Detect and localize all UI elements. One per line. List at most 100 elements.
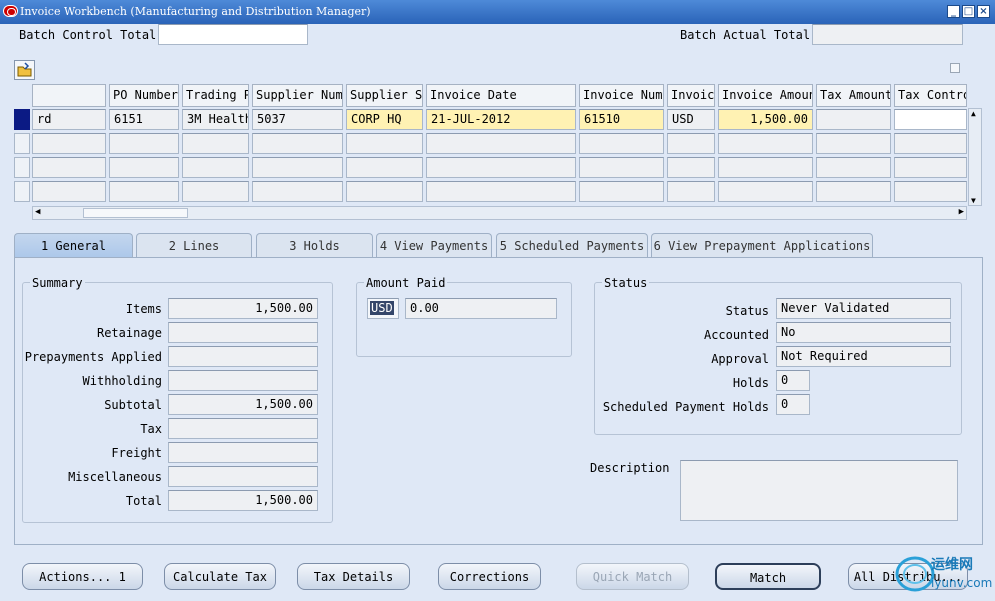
folder-open-button[interactable]	[14, 60, 35, 80]
scroll-thumb[interactable]	[83, 208, 188, 218]
grid-cell-empty[interactable]	[816, 133, 891, 154]
close-icon[interactable]: ×	[977, 5, 990, 18]
scroll-right-icon[interactable]: ▶	[959, 207, 964, 217]
grid-cell-empty[interactable]	[718, 133, 813, 154]
grid-cell-empty[interactable]	[32, 157, 106, 178]
status-value-field[interactable]: Not Required	[776, 346, 951, 367]
grid-cell-empty[interactable]	[109, 181, 179, 202]
grid-cell-empty[interactable]	[426, 157, 576, 178]
tab-general[interactable]: 1 General	[14, 233, 133, 257]
grid-cell-empty[interactable]	[667, 133, 715, 154]
status-value-field[interactable]: No	[776, 322, 951, 343]
tab-view-prepayment-applications[interactable]: 6 View Prepayment Applications	[651, 233, 873, 257]
cell-supplier-site[interactable]: CORP HQ	[346, 109, 423, 130]
cell-invoice-num[interactable]: 61510	[579, 109, 664, 130]
quick-match-button[interactable]: Quick Match	[576, 563, 689, 590]
folder-checkbox[interactable]	[950, 63, 960, 73]
col-header-tax-amount[interactable]: Tax Amount	[816, 84, 891, 107]
row-indicator[interactable]	[14, 157, 30, 178]
grid-cell-empty[interactable]	[579, 157, 664, 178]
match-button[interactable]: Match	[715, 563, 821, 590]
tab-scheduled-payments[interactable]: 5 Scheduled Payments	[496, 233, 648, 257]
grid-cell-empty[interactable]	[252, 157, 343, 178]
cell-po-number[interactable]: 6151	[109, 109, 179, 130]
col-header-supplier-num[interactable]: Supplier Num	[252, 84, 343, 107]
col-header-type[interactable]	[32, 84, 106, 107]
grid-cell-empty[interactable]	[109, 157, 179, 178]
batch-control-total-field[interactable]	[158, 24, 308, 45]
grid-cell-empty[interactable]	[182, 133, 249, 154]
summary-value-field[interactable]	[168, 466, 318, 487]
status-value-field[interactable]: 0	[776, 394, 810, 415]
minimize-icon[interactable]: _	[947, 5, 960, 18]
summary-value-field[interactable]: 1,500.00	[168, 394, 318, 415]
grid-cell-empty[interactable]	[579, 133, 664, 154]
grid-cell-empty[interactable]	[894, 157, 967, 178]
grid-cell-empty[interactable]	[109, 133, 179, 154]
cell-type[interactable]: rd	[32, 109, 106, 130]
summary-value-field[interactable]	[168, 418, 318, 439]
tax-details-button[interactable]: Tax Details	[297, 563, 410, 590]
grid-cell-empty[interactable]	[346, 133, 423, 154]
actions-button[interactable]: Actions... 1	[22, 563, 143, 590]
row-indicator[interactable]	[14, 181, 30, 202]
summary-value-field[interactable]: 1,500.00	[168, 490, 318, 511]
grid-cell-empty[interactable]	[346, 157, 423, 178]
grid-cell-empty[interactable]	[252, 181, 343, 202]
grid-cell-empty[interactable]	[667, 181, 715, 202]
grid-cell-empty[interactable]	[816, 181, 891, 202]
vertical-scrollbar[interactable]: ▲ ▼	[968, 108, 982, 206]
col-header-invoice-num[interactable]: Invoice Num	[579, 84, 664, 107]
grid-cell-empty[interactable]	[182, 181, 249, 202]
batch-actual-total-field[interactable]	[812, 24, 963, 45]
grid-cell-empty[interactable]	[718, 157, 813, 178]
cell-invoice-amount[interactable]: 1,500.00	[718, 109, 813, 130]
grid-cell-empty[interactable]	[32, 133, 106, 154]
cell-supplier-num[interactable]: 5037	[252, 109, 343, 130]
grid-cell-empty[interactable]	[894, 133, 967, 154]
grid-cell-empty[interactable]	[579, 181, 664, 202]
col-header-po-number[interactable]: PO Number	[109, 84, 179, 107]
row-indicator[interactable]	[14, 133, 30, 154]
grid-cell-empty[interactable]	[718, 181, 813, 202]
col-header-invoice-date[interactable]: Invoice Date	[426, 84, 576, 107]
summary-value-field[interactable]	[168, 442, 318, 463]
summary-value-field[interactable]	[168, 370, 318, 391]
grid-cell-empty[interactable]	[32, 181, 106, 202]
grid-cell-empty[interactable]	[667, 157, 715, 178]
status-value-field[interactable]: 0	[776, 370, 810, 391]
row-indicator-active[interactable]	[14, 109, 30, 130]
scroll-left-icon[interactable]: ◀	[35, 207, 40, 217]
grid-cell-empty[interactable]	[816, 157, 891, 178]
col-header-invoice-amount[interactable]: Invoice Amoun	[718, 84, 813, 107]
col-header-tax-control[interactable]: Tax Contro	[894, 84, 967, 107]
col-header-supplier-site[interactable]: Supplier S:	[346, 84, 423, 107]
cell-tax-amount[interactable]	[816, 109, 891, 130]
grid-cell-empty[interactable]	[346, 181, 423, 202]
description-field[interactable]	[680, 460, 958, 521]
tab-holds[interactable]: 3 Holds	[256, 233, 373, 257]
grid-cell-empty[interactable]	[894, 181, 967, 202]
horizontal-scrollbar[interactable]: ◀ ▶	[32, 206, 967, 220]
summary-value-field[interactable]: 1,500.00	[168, 298, 318, 319]
grid-cell-empty[interactable]	[182, 157, 249, 178]
maximize-icon[interactable]: □	[962, 5, 975, 18]
grid-cell-empty[interactable]	[426, 133, 576, 154]
cell-invoice-date[interactable]: 21-JUL-2012	[426, 109, 576, 130]
amount-paid-currency[interactable]: USD	[367, 298, 399, 319]
grid-cell-empty[interactable]	[252, 133, 343, 154]
status-value-field[interactable]: Never Validated	[776, 298, 951, 319]
cell-trading-partner[interactable]: 3M Health	[182, 109, 249, 130]
scroll-down-icon[interactable]: ▼	[971, 196, 976, 205]
col-header-trading-partner[interactable]: Trading P	[182, 84, 249, 107]
summary-value-field[interactable]	[168, 322, 318, 343]
amount-paid-field[interactable]: 0.00	[405, 298, 557, 319]
calculate-tax-button[interactable]: Calculate Tax	[164, 563, 276, 590]
cell-currency[interactable]: USD	[667, 109, 715, 130]
tab-lines[interactable]: 2 Lines	[136, 233, 252, 257]
col-header-invoice-currency[interactable]: Invoic	[667, 84, 715, 107]
summary-value-field[interactable]	[168, 346, 318, 367]
scroll-up-icon[interactable]: ▲	[971, 109, 976, 118]
cell-tax-control[interactable]	[894, 109, 967, 130]
grid-cell-empty[interactable]	[426, 181, 576, 202]
